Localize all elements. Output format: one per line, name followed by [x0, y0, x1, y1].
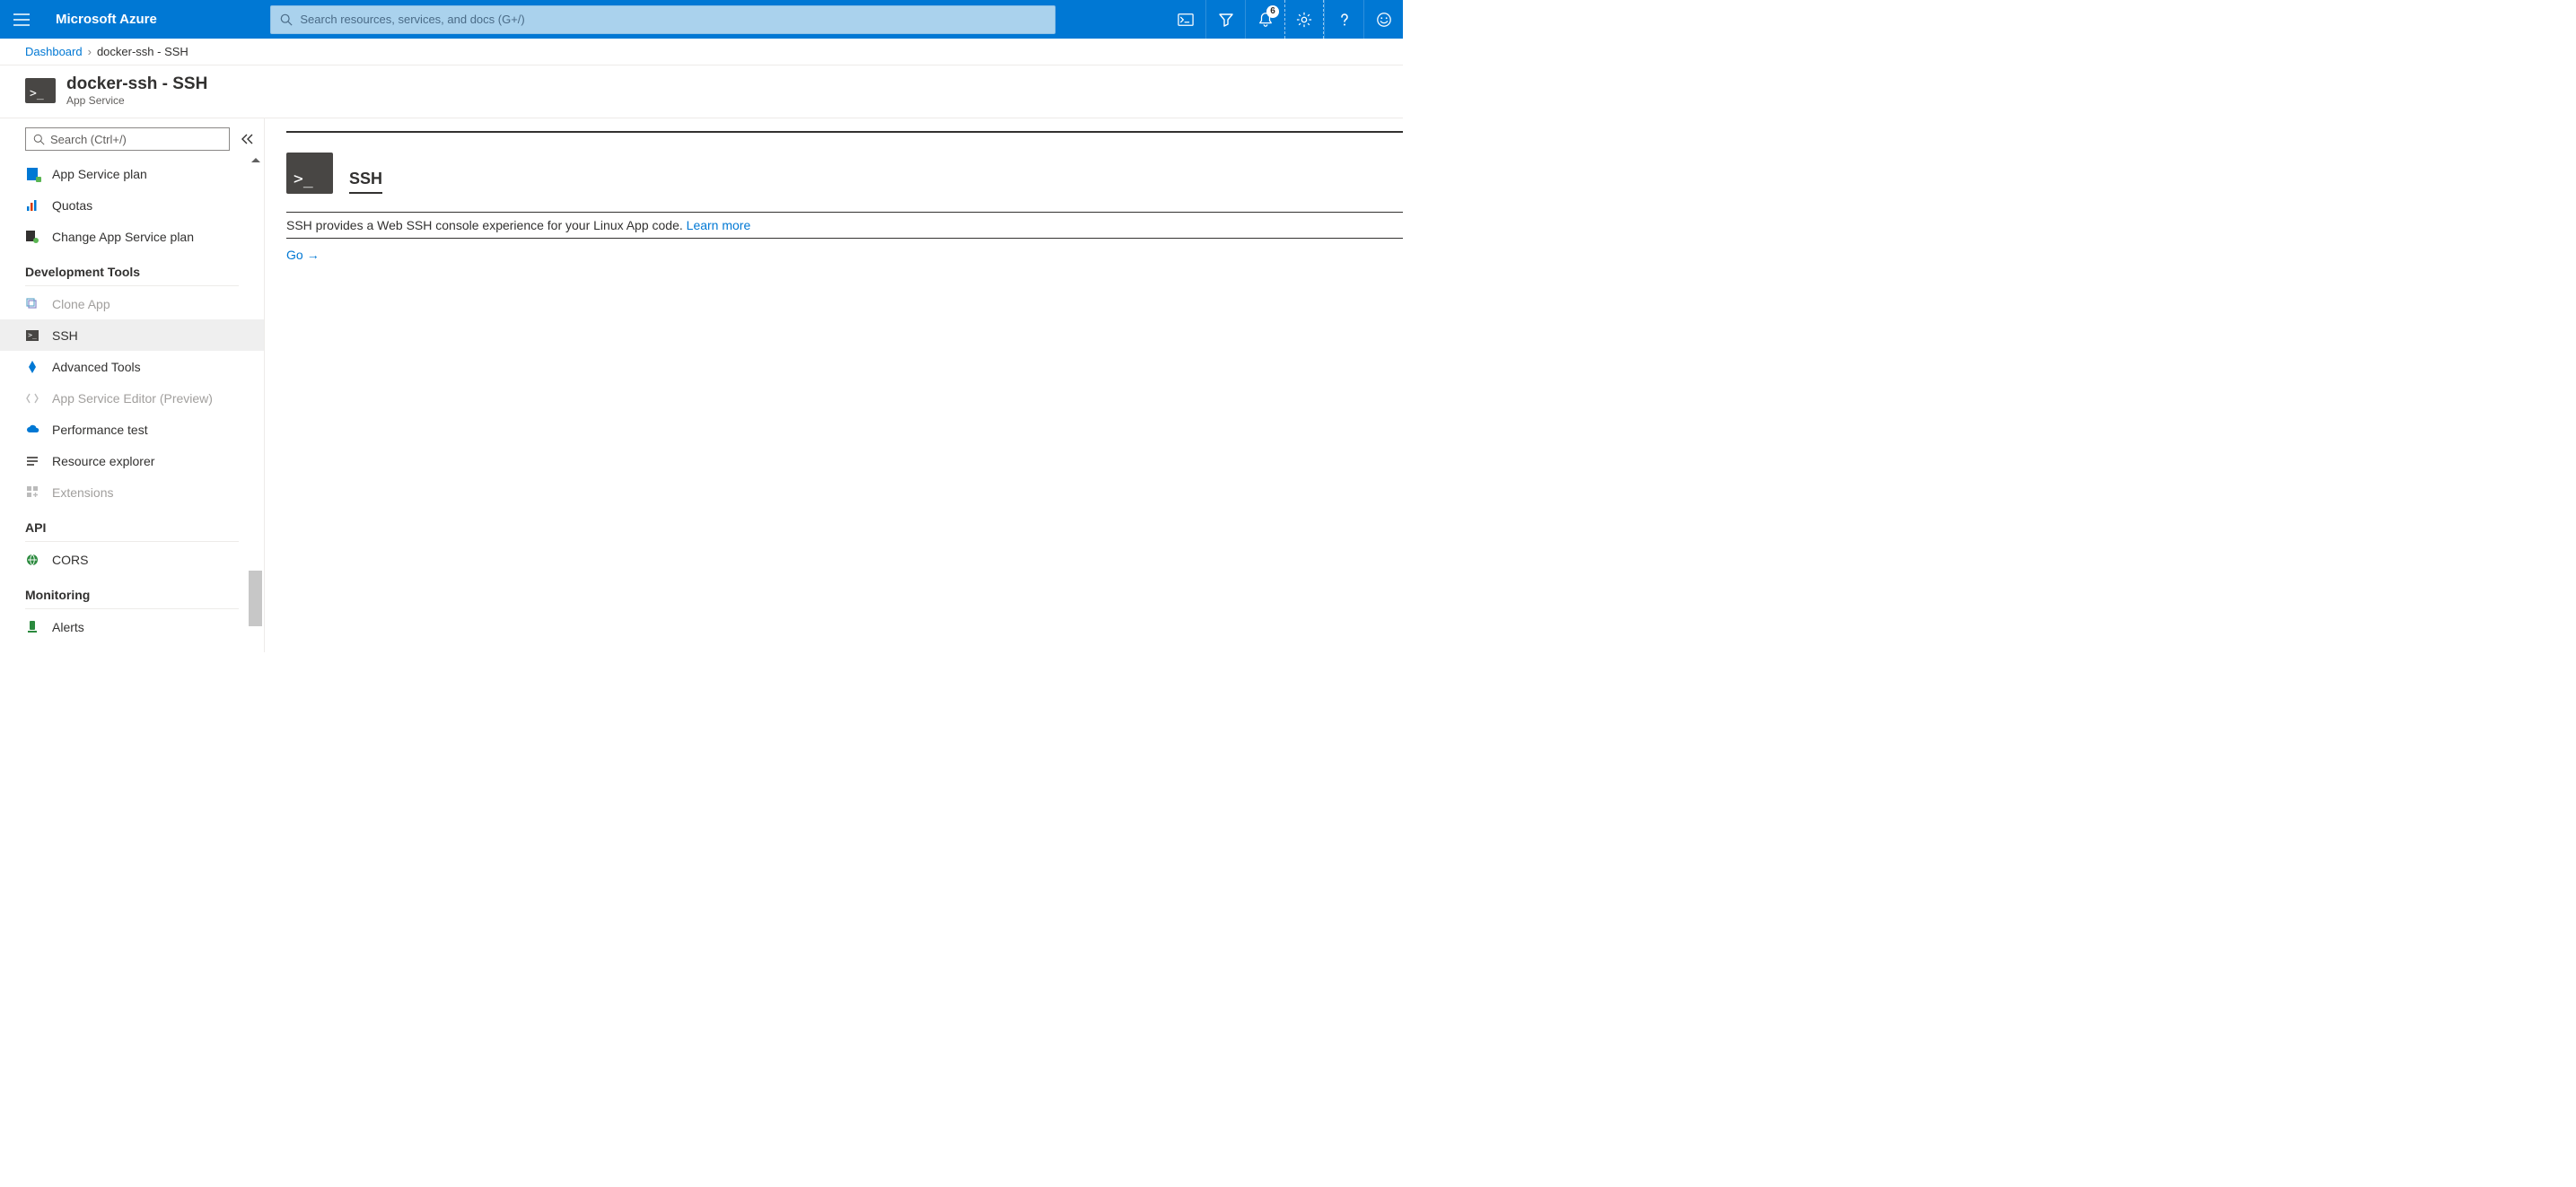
terminal-icon: >_: [25, 78, 56, 103]
go-link[interactable]: Go →: [286, 248, 320, 262]
menu-button[interactable]: [0, 0, 43, 39]
chevron-right-icon: ›: [88, 45, 92, 58]
search-icon: [33, 134, 45, 145]
global-search-input[interactable]: Search resources, services, and docs (G+…: [270, 5, 1056, 34]
scrollbar-thumb[interactable]: [249, 571, 262, 626]
page-subtitle: App Service: [66, 94, 207, 107]
terminal-icon: >_: [25, 328, 39, 343]
sidebar: Search (Ctrl+/) App Service plan Quotas …: [0, 118, 265, 652]
top-bar: Microsoft Azure Search resources, servic…: [0, 0, 1403, 39]
terminal-icon: >_: [286, 153, 333, 194]
sidebar-item-performance-test[interactable]: Performance test: [0, 414, 264, 445]
divider: [286, 131, 1403, 133]
filter-icon: [1218, 12, 1234, 28]
notification-badge: 6: [1266, 5, 1279, 18]
sidebar-item-label: Advanced Tools: [52, 360, 141, 374]
learn-more-link[interactable]: Learn more: [687, 218, 751, 232]
breadcrumb: Dashboard › docker-ssh - SSH: [0, 39, 1403, 65]
cloud-shell-icon: [1178, 12, 1194, 28]
page-header: >_ docker-ssh - SSH App Service: [0, 65, 1403, 118]
quotas-icon: [25, 198, 39, 213]
sidebar-item-label: Quotas: [52, 198, 92, 213]
sidebar-search-placeholder: Search (Ctrl+/): [50, 133, 127, 146]
sidebar-item-clone-app[interactable]: Clone App: [0, 288, 264, 319]
sidebar-item-cors[interactable]: CORS: [0, 544, 264, 575]
sidebar-item-label: Resource explorer: [52, 454, 154, 468]
divider: [25, 285, 239, 286]
help-button[interactable]: [1324, 0, 1363, 39]
topbar-icons: 6: [1166, 0, 1403, 39]
breadcrumb-current: docker-ssh - SSH: [97, 45, 188, 58]
clone-icon: [25, 297, 39, 311]
page-title: docker-ssh - SSH: [66, 74, 207, 94]
sidebar-item-label: Extensions: [52, 485, 113, 500]
change-plan-icon: [25, 230, 39, 244]
search-icon: [280, 13, 293, 26]
sidebar-item-label: Clone App: [52, 297, 110, 311]
chevron-double-left-icon: [241, 134, 254, 144]
ssh-description: SSH provides a Web SSH console experienc…: [286, 218, 687, 232]
sidebar-scroll: App Service plan Quotas Change App Servi…: [0, 158, 264, 650]
sidebar-item-label: Change App Service plan: [52, 230, 194, 244]
main-content: >_ SSH SSH provides a Web SSH console ex…: [265, 118, 1403, 652]
ssh-heading-block: >_ SSH: [286, 153, 1403, 194]
sidebar-section-monitoring: Monitoring: [0, 575, 264, 606]
arrow-right-icon: →: [307, 248, 320, 262]
sidebar-item-ssh[interactable]: >_ SSH: [0, 319, 264, 351]
divider: [25, 541, 239, 542]
sidebar-item-extensions[interactable]: Extensions: [0, 476, 264, 508]
content-body: Search (Ctrl+/) App Service plan Quotas …: [0, 118, 1403, 652]
sidebar-item-app-service-editor[interactable]: App Service Editor (Preview): [0, 382, 264, 414]
sidebar-section-dev-tools: Development Tools: [0, 252, 264, 283]
sidebar-item-label: App Service plan: [52, 167, 147, 181]
sidebar-item-resource-explorer[interactable]: Resource explorer: [0, 445, 264, 476]
brand-label[interactable]: Microsoft Azure: [43, 12, 173, 27]
settings-button[interactable]: [1284, 0, 1324, 39]
cors-icon: [25, 553, 39, 567]
scroll-up-arrow-icon[interactable]: [251, 158, 260, 162]
collapse-sidebar-button[interactable]: [241, 132, 255, 146]
ssh-description-row: SSH provides a Web SSH console experienc…: [286, 212, 1403, 239]
sidebar-item-advanced-tools[interactable]: Advanced Tools: [0, 351, 264, 382]
sidebar-item-change-plan[interactable]: Change App Service plan: [0, 221, 264, 252]
sidebar-item-quotas[interactable]: Quotas: [0, 189, 264, 221]
sidebar-item-app-service-plan[interactable]: App Service plan: [0, 158, 264, 189]
cloud-icon: [25, 423, 39, 437]
feedback-button[interactable]: [1363, 0, 1403, 39]
help-icon: [1336, 12, 1353, 28]
hamburger-icon: [13, 13, 30, 26]
sidebar-item-label: Performance test: [52, 423, 148, 437]
sidebar-item-label: SSH: [52, 328, 78, 343]
sidebar-item-label: CORS: [52, 553, 88, 567]
gear-icon: [1296, 12, 1312, 28]
resource-explorer-icon: [25, 454, 39, 468]
ssh-heading: SSH: [349, 170, 382, 194]
sidebar-section-api: API: [0, 508, 264, 538]
global-search-wrap: Search resources, services, and docs (G+…: [173, 5, 1153, 34]
global-search-placeholder: Search resources, services, and docs (G+…: [300, 13, 524, 26]
app-service-plan-icon: [25, 167, 39, 181]
alerts-icon: [25, 620, 39, 634]
sidebar-item-alerts[interactable]: Alerts: [0, 611, 264, 642]
breadcrumb-root[interactable]: Dashboard: [25, 45, 83, 58]
extensions-icon: [25, 485, 39, 500]
sidebar-search-input[interactable]: Search (Ctrl+/): [25, 127, 230, 151]
divider: [25, 608, 239, 609]
go-label: Go: [286, 248, 303, 262]
advanced-tools-icon: [25, 360, 39, 374]
sidebar-item-label: Alerts: [52, 620, 84, 634]
sidebar-item-label: App Service Editor (Preview): [52, 391, 213, 406]
smiley-icon: [1376, 12, 1392, 28]
notifications-button[interactable]: 6: [1245, 0, 1284, 39]
editor-icon: [25, 391, 39, 406]
directory-filter-button[interactable]: [1205, 0, 1245, 39]
cloud-shell-button[interactable]: [1166, 0, 1205, 39]
